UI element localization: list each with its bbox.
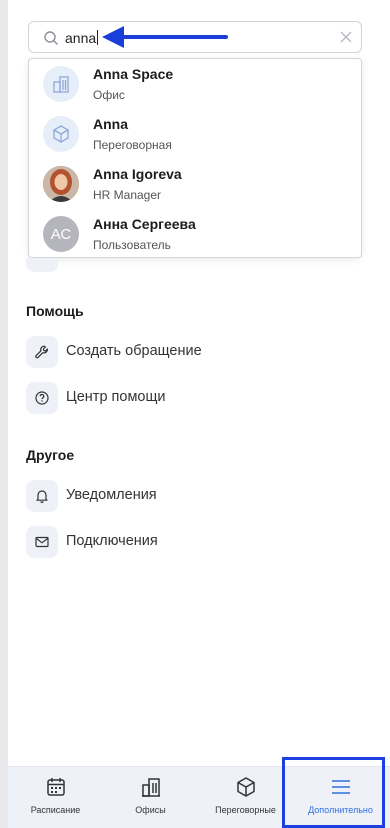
suggestion-name: Anna Space bbox=[93, 66, 174, 82]
avatar bbox=[43, 166, 79, 202]
suggestion-item[interactable]: АС Анна Сергеева Пользователь bbox=[29, 209, 361, 259]
annotation-arrow-icon bbox=[102, 26, 228, 48]
suggestion-name: Anna Igoreva bbox=[93, 166, 182, 182]
building-icon bbox=[43, 66, 79, 102]
suggestion-subtitle: Пользователь bbox=[93, 238, 171, 252]
menu-item-label: Уведомления bbox=[66, 487, 157, 503]
suggestion-subtitle: Офис bbox=[93, 88, 125, 102]
suggestion-subtitle: Переговорная bbox=[93, 138, 172, 152]
tab-schedule[interactable]: Расписание bbox=[8, 767, 103, 828]
menu-item-label: Подключения bbox=[66, 533, 158, 549]
tab-meeting-rooms[interactable]: Переговорные bbox=[198, 767, 293, 828]
suggestion-subtitle: HR Manager bbox=[93, 188, 162, 202]
menu-item-connections[interactable]: Подключения bbox=[26, 526, 326, 558]
bell-icon bbox=[26, 480, 58, 512]
cube-icon bbox=[43, 116, 79, 152]
menu-item-notifications[interactable]: Уведомления bbox=[26, 480, 326, 512]
menu-item-create-ticket[interactable]: Создать обращение bbox=[26, 336, 326, 368]
building-icon bbox=[141, 778, 160, 797]
tab-label: Переговорные bbox=[215, 805, 276, 815]
menu-item-label: Центр помощи bbox=[66, 389, 166, 405]
section-title-other: Другое bbox=[26, 447, 75, 463]
search-icon bbox=[44, 31, 58, 45]
calendar-icon bbox=[46, 778, 65, 796]
clear-icon[interactable] bbox=[339, 30, 353, 44]
suggestion-name: Anna bbox=[93, 116, 128, 132]
wrench-icon bbox=[26, 336, 58, 368]
menu-item-help-center[interactable]: Центр помощи bbox=[26, 382, 326, 414]
suggestion-item[interactable]: Anna Переговорная bbox=[29, 109, 361, 159]
mail-icon bbox=[26, 526, 58, 558]
avatar-initials: АС bbox=[43, 216, 79, 252]
annotation-highlight-box bbox=[282, 757, 385, 828]
section-title-help: Помощь bbox=[26, 303, 84, 319]
cube-icon bbox=[236, 777, 255, 797]
suggestion-item[interactable]: Anna Igoreva HR Manager bbox=[29, 159, 361, 209]
tab-label: Офисы bbox=[135, 805, 166, 815]
tab-label: Расписание bbox=[30, 805, 81, 815]
suggestion-item[interactable]: Anna Space Офис bbox=[29, 59, 361, 109]
tab-offices[interactable]: Офисы bbox=[103, 767, 198, 828]
question-icon bbox=[26, 382, 58, 414]
search-value: anna bbox=[65, 30, 99, 46]
menu-item-label: Создать обращение bbox=[66, 343, 202, 359]
suggestion-name: Анна Сергеева bbox=[93, 216, 196, 232]
hidden-menu-item bbox=[26, 258, 58, 272]
search-suggestions: Anna Space Офис Anna Переговорная Anna I… bbox=[28, 58, 362, 258]
